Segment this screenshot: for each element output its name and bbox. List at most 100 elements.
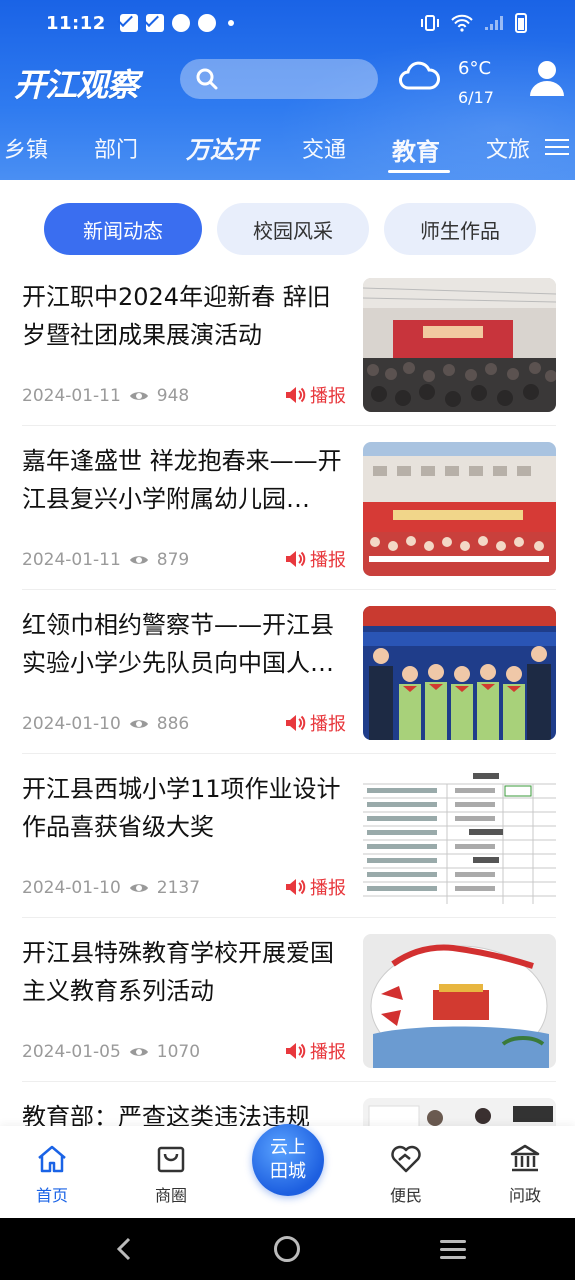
signal-icon — [485, 16, 503, 30]
cloud-icon — [399, 61, 440, 90]
news-item[interactable]: 开江职中2024年迎新春 辞旧岁暨社团成果展演活动 2024-01-11 948… — [22, 262, 556, 426]
report-button[interactable]: 播报 — [284, 546, 346, 572]
home-circle-icon[interactable] — [274, 1236, 300, 1262]
tab-shop[interactable]: 商圈 — [131, 1142, 211, 1206]
patriotic-drawing-image — [363, 934, 556, 1068]
tab-government-label: 问政 — [508, 1186, 541, 1205]
search-input[interactable] — [180, 59, 378, 99]
news-date: 2024-01-05 — [22, 1042, 121, 1062]
news-title[interactable]: 嘉年逢盛世 祥龙抱春来——开江县复兴小学附属幼儿园… — [22, 442, 352, 518]
subtab-works[interactable]: 师生作品 — [384, 203, 536, 255]
center-cloud-city-button[interactable]: 云上 田城 — [252, 1124, 324, 1196]
news-item[interactable]: 嘉年逢盛世 祥龙抱春来——开江县复兴小学附属幼儿园… 2024-01-11 87… — [22, 426, 556, 590]
tab-home[interactable]: 首页 — [12, 1142, 92, 1206]
menu-icon[interactable] — [545, 136, 569, 160]
stage-event-image — [363, 278, 556, 412]
tab-wandakai[interactable]: 万达开 — [186, 130, 258, 165]
app-notification-icon — [171, 14, 190, 32]
news-title[interactable]: 开江县西城小学11项作业设计作品喜获省级大奖 — [22, 770, 352, 846]
battery-icon — [515, 13, 527, 33]
news-meta: 2024-01-10 2137 — [22, 878, 200, 898]
police-students-image — [363, 606, 556, 740]
news-thumbnail[interactable] — [363, 278, 556, 412]
news-item[interactable]: 红领巾相约警察节——开江县实验小学少先队员向中国人民警察致敬 2024-01-1… — [22, 590, 556, 754]
wifi-icon — [451, 14, 473, 32]
views-eye-icon — [129, 884, 148, 892]
news-date: 2024-01-11 — [22, 550, 121, 570]
status-time: 11:12 — [46, 12, 106, 34]
report-button[interactable]: 播报 — [284, 1038, 346, 1064]
news-title[interactable]: 开江县特殊教育学校开展爱国主义教育系列活动 — [22, 934, 352, 1010]
news-date: 2024-01-10 — [22, 878, 121, 898]
mail-notification-icon — [145, 14, 164, 32]
news-date: 2024-01-11 — [22, 386, 121, 406]
tab-home-label: 首页 — [35, 1186, 68, 1205]
news-thumbnail[interactable] — [363, 606, 556, 740]
news-views: 1070 — [156, 1042, 201, 1062]
news-date: 2024-01-10 — [22, 714, 121, 734]
top-bar: 开江观察 6°C 6/17 — [0, 50, 575, 110]
tab-departments[interactable]: 部门 — [94, 132, 138, 164]
shop-icon — [157, 1146, 185, 1173]
speaker-icon — [286, 715, 306, 731]
tab-services[interactable]: 便民 — [366, 1142, 446, 1206]
news-thumbnail[interactable] — [363, 770, 556, 904]
tab-transport[interactable]: 交通 — [302, 132, 346, 164]
news-meta: 2024-01-11 879 — [22, 550, 189, 570]
news-meta: 2024-01-05 1070 — [22, 1042, 200, 1062]
search-icon — [196, 68, 218, 90]
weather-temperature: 6°C — [458, 58, 492, 79]
news-item[interactable]: 开江县西城小学11项作业设计作品喜获省级大奖 2024-01-10 2137 播… — [22, 754, 556, 918]
tab-education[interactable]: 教育 — [392, 132, 440, 167]
subtab-news[interactable]: 新闻动态 — [44, 203, 202, 255]
active-tab-indicator — [388, 170, 450, 173]
tab-township[interactable]: 乡镇 — [4, 132, 48, 164]
speaker-icon — [286, 551, 306, 567]
views-eye-icon — [129, 1048, 148, 1056]
report-button[interactable]: 播报 — [284, 382, 346, 408]
news-views: 886 — [156, 714, 190, 734]
heart-hand-icon — [391, 1145, 421, 1173]
status-bar: 11:12 — [0, 0, 575, 46]
award-table-image — [363, 770, 556, 904]
report-button[interactable]: 播报 — [284, 874, 346, 900]
app-logo[interactable]: 开江观察 — [14, 60, 139, 106]
news-views: 948 — [156, 386, 190, 406]
home-icon — [38, 1145, 66, 1173]
user-profile-icon[interactable] — [528, 58, 566, 98]
tab-services-label: 便民 — [389, 1186, 422, 1205]
notification-icons — [119, 14, 234, 32]
subtab-campus[interactable]: 校园风采 — [217, 203, 369, 255]
tab-government[interactable]: 问政 — [485, 1142, 565, 1206]
report-button[interactable]: 播报 — [284, 710, 346, 736]
app-header: 11:12 开江观察 6°C 6/17 乡镇 部门 万达开 交通 教育 文旅 — [0, 0, 575, 180]
category-nav: 乡镇 部门 万达开 交通 教育 文旅 — [0, 124, 575, 172]
vibrate-icon — [421, 15, 439, 31]
news-meta: 2024-01-11 948 — [22, 386, 189, 406]
recent-apps-icon[interactable] — [440, 1240, 466, 1260]
news-title[interactable]: 开江职中2024年迎新春 辞旧岁暨社团成果展演活动 — [22, 278, 352, 354]
news-views: 879 — [156, 550, 190, 570]
center-button-line2: 田城 — [270, 1161, 306, 1182]
sub-tabs: 新闻动态 校园风采 师生作品 — [0, 200, 575, 256]
mail-notification-icon — [119, 14, 138, 32]
report-label: 播报 — [310, 550, 346, 571]
views-eye-icon — [129, 392, 148, 400]
back-icon[interactable] — [112, 1236, 138, 1262]
report-label: 播报 — [310, 386, 346, 407]
news-meta: 2024-01-10 886 — [22, 714, 189, 734]
report-label: 播报 — [310, 878, 346, 899]
views-eye-icon — [129, 720, 148, 728]
news-thumbnail[interactable] — [363, 442, 556, 576]
report-label: 播报 — [310, 714, 346, 735]
tab-culture-tourism[interactable]: 文旅 — [486, 132, 530, 164]
news-title[interactable]: 红领巾相约警察节——开江县实验小学少先队员向中国人民警察致敬 — [22, 606, 352, 682]
news-thumbnail[interactable] — [363, 934, 556, 1068]
news-item[interactable]: 开江县特殊教育学校开展爱国主义教育系列活动 2024-01-05 1070 播报 — [22, 918, 556, 1082]
school-celebration-image — [363, 442, 556, 576]
system-icons — [419, 13, 527, 33]
app-notification-icon — [197, 14, 216, 32]
speaker-icon — [286, 387, 306, 403]
system-navigation-bar — [0, 1218, 575, 1280]
speaker-icon — [286, 879, 306, 895]
